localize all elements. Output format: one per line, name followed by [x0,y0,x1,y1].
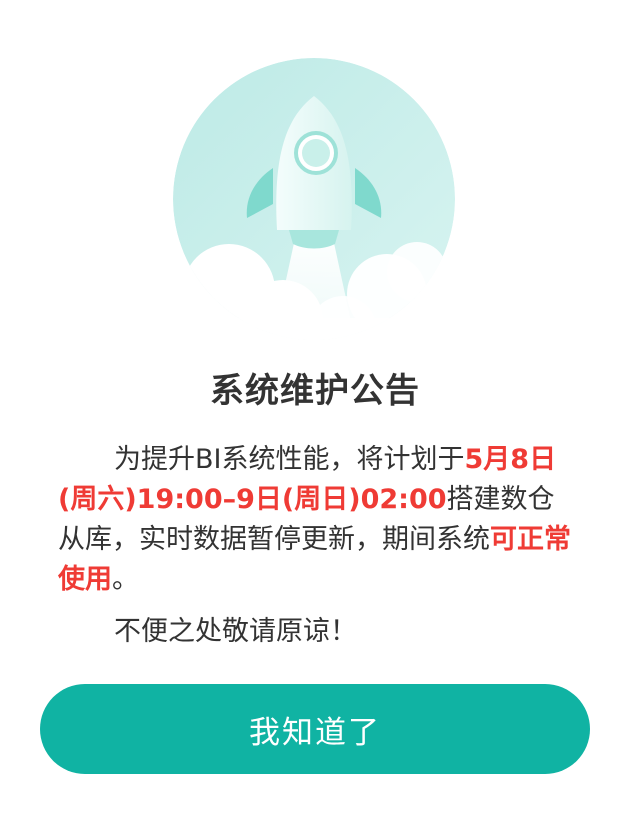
dialog-title: 系统维护公告 [210,371,420,411]
maintenance-notice-dialog: 系统维护公告 为提升BI系统性能，将计划于5月8日(周六)19:00–9日(周日… [0,0,630,814]
message-text-part1: 为提升BI系统性能，将计划于 [114,444,465,475]
dialog-message: 为提升BI系统性能，将计划于5月8日(周六)19:00–9日(周日)02:00搭… [58,440,578,652]
maintenance-message-paragraph: 为提升BI系统性能，将计划于5月8日(周六)19:00–9日(周日)02:00搭… [58,440,578,600]
confirm-button[interactable]: 我知道了 [40,684,590,774]
rocket-icon [173,58,455,340]
message-text-part3: 。 [112,564,139,595]
closing-message: 不便之处敬请原谅！ [114,616,357,647]
rocket-illustration [173,58,455,340]
